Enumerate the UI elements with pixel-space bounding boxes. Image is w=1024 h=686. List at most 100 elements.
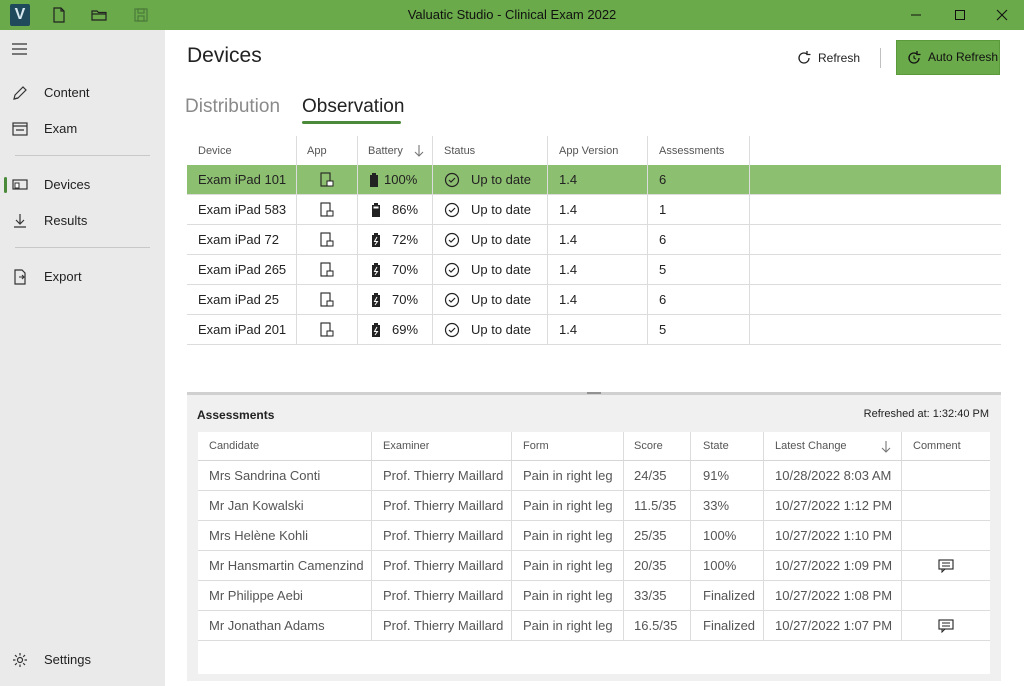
device-status: Up to date (471, 322, 531, 337)
device-row[interactable]: Exam iPad 25 70% Up to date 1.4 6 (187, 285, 1001, 315)
device-row[interactable]: Exam iPad 583 86% Up to date 1.4 1 (187, 195, 1001, 225)
sidebar-item-label: Settings (44, 652, 91, 667)
refresh-button[interactable]: Refresh (790, 44, 862, 72)
sidebar-item-settings[interactable]: Settings (0, 642, 165, 678)
device-name: Exam iPad 101 (198, 172, 287, 187)
tablet-app-icon (320, 292, 334, 307)
column-header-form[interactable]: Form (523, 432, 549, 460)
latest-change: 10/27/2022 1:08 PM (775, 588, 893, 603)
battery-level: 72% (392, 232, 419, 247)
column-header-examiner[interactable]: Examiner (383, 432, 429, 460)
column-header-assessments[interactable]: Assessments (659, 136, 724, 165)
candidate-name: Mr Jan Kowalski (209, 498, 304, 513)
assessments-table-header: Candidate Examiner Form Score State Late… (198, 432, 990, 461)
latest-change: 10/27/2022 1:12 PM (775, 498, 893, 513)
assessments-table: Candidate Examiner Form Score State Late… (198, 432, 990, 674)
state: 100% (703, 558, 737, 573)
app-version: 1.4 (559, 172, 578, 187)
examiner-name: Prof. Thierry Maillard (383, 588, 504, 603)
page-title: Devices (187, 44, 262, 67)
toolbar-divider (880, 48, 881, 68)
charging-battery-icon (372, 293, 380, 307)
battery-icon (370, 173, 378, 187)
sidebar-item-label: Exam (44, 121, 78, 136)
candidate-name: Mr Jonathan Adams (209, 618, 325, 633)
app-version: 1.4 (559, 322, 578, 337)
sidebar: Content Exam Devices Results Export Sett… (0, 30, 165, 686)
column-header-score[interactable]: Score (634, 432, 663, 460)
device-row[interactable]: Exam iPad 72 72% Up to date 1.4 6 (187, 225, 1001, 255)
refresh-label: Refresh (818, 51, 861, 65)
active-tab-indicator (302, 121, 401, 124)
sidebar-item-exam[interactable]: Exam (0, 111, 165, 147)
gear-icon (13, 653, 27, 667)
sidebar-item-results[interactable]: Results (0, 203, 165, 239)
assessment-count: 6 (659, 172, 667, 187)
assessment-count: 5 (659, 322, 667, 337)
assessment-row[interactable]: Mr Jonathan Adams Prof. Thierry Maillard… (198, 611, 990, 641)
assessment-row[interactable]: Mrs Helène Kohli Prof. Thierry Maillard … (198, 521, 990, 551)
column-header-app-version[interactable]: App Version (559, 136, 618, 165)
column-header-candidate[interactable]: Candidate (209, 432, 259, 460)
device-row[interactable]: Exam iPad 101 100% Up to date 1.4 6 (187, 165, 1001, 195)
form-name: Pain in right leg (523, 558, 613, 573)
minimize-icon[interactable] (894, 0, 938, 30)
device-name: Exam iPad 265 (198, 262, 287, 277)
tablet-app-icon (320, 202, 334, 217)
form-name: Pain in right leg (523, 588, 613, 603)
sidebar-item-content[interactable]: Content (0, 75, 165, 111)
auto-refresh-button[interactable]: Auto Refresh (896, 40, 1000, 75)
assessment-row[interactable]: Mrs Sandrina Conti Prof. Thierry Maillar… (198, 461, 990, 491)
device-status: Up to date (471, 262, 531, 277)
pencil-icon (13, 86, 27, 100)
check-circle-icon (444, 202, 460, 218)
tab-distribution[interactable]: Distribution (185, 96, 280, 118)
assessment-row[interactable]: Mr Philippe Aebi Prof. Thierry Maillard … (198, 581, 990, 611)
column-header-battery[interactable]: Battery (368, 136, 403, 165)
latest-change: 10/28/2022 8:03 AM (775, 468, 892, 483)
device-status: Up to date (471, 292, 531, 307)
title-bar: V Valuatic Studio - Clinical Exam 2022 (0, 0, 1024, 30)
device-row[interactable]: Exam iPad 265 70% Up to date 1.4 5 (187, 255, 1001, 285)
column-header-comment[interactable]: Comment (913, 432, 961, 460)
app-version: 1.4 (559, 292, 578, 307)
devices-icon (12, 179, 28, 190)
latest-change: 10/27/2022 1:09 PM (775, 558, 893, 573)
tab-observation[interactable]: Observation (302, 96, 404, 118)
score: 20/35 (634, 558, 667, 573)
sidebar-item-label: Devices (44, 177, 91, 192)
examiner-name: Prof. Thierry Maillard (383, 618, 504, 633)
comment-icon[interactable] (938, 559, 954, 573)
assessment-row[interactable]: Mr Jan Kowalski Prof. Thierry Maillard P… (198, 491, 990, 521)
column-header-latest-change[interactable]: Latest Change (775, 432, 847, 460)
sort-down-arrow-icon (881, 441, 891, 453)
maximize-icon[interactable] (938, 0, 982, 30)
device-status: Up to date (471, 232, 531, 247)
state: 100% (703, 528, 737, 543)
device-row[interactable]: Exam iPad 201 69% Up to date 1.4 5 (187, 315, 1001, 345)
check-circle-icon (444, 172, 460, 188)
auto-refresh-label: Auto Refresh (928, 50, 999, 64)
column-header-status[interactable]: Status (444, 136, 475, 165)
close-icon[interactable] (980, 0, 1024, 30)
tablet-app-icon (320, 262, 334, 277)
sidebar-item-devices[interactable]: Devices (0, 167, 165, 203)
charging-battery-icon (372, 323, 380, 337)
check-circle-icon (444, 322, 460, 338)
check-circle-icon (444, 232, 460, 248)
battery-level: 100% (384, 172, 418, 187)
score: 16.5/35 (634, 618, 678, 633)
assessment-row[interactable]: Mr Hansmartin Camenzind Prof. Thierry Ma… (198, 551, 990, 581)
comment-icon[interactable] (938, 619, 954, 633)
state: Finalized (703, 618, 756, 633)
devices-table-header: Device App Battery Status App Version As… (187, 136, 1001, 166)
column-header-app[interactable]: App (307, 136, 327, 165)
sidebar-item-export[interactable]: Export (0, 259, 165, 295)
column-header-state[interactable]: State (703, 432, 729, 460)
device-name: Exam iPad 201 (198, 322, 287, 337)
score: 25/35 (634, 528, 667, 543)
column-header-device[interactable]: Device (198, 136, 232, 165)
state: 33% (703, 498, 730, 513)
score: 33/35 (634, 588, 667, 603)
hamburger-menu-icon[interactable] (10, 40, 30, 58)
